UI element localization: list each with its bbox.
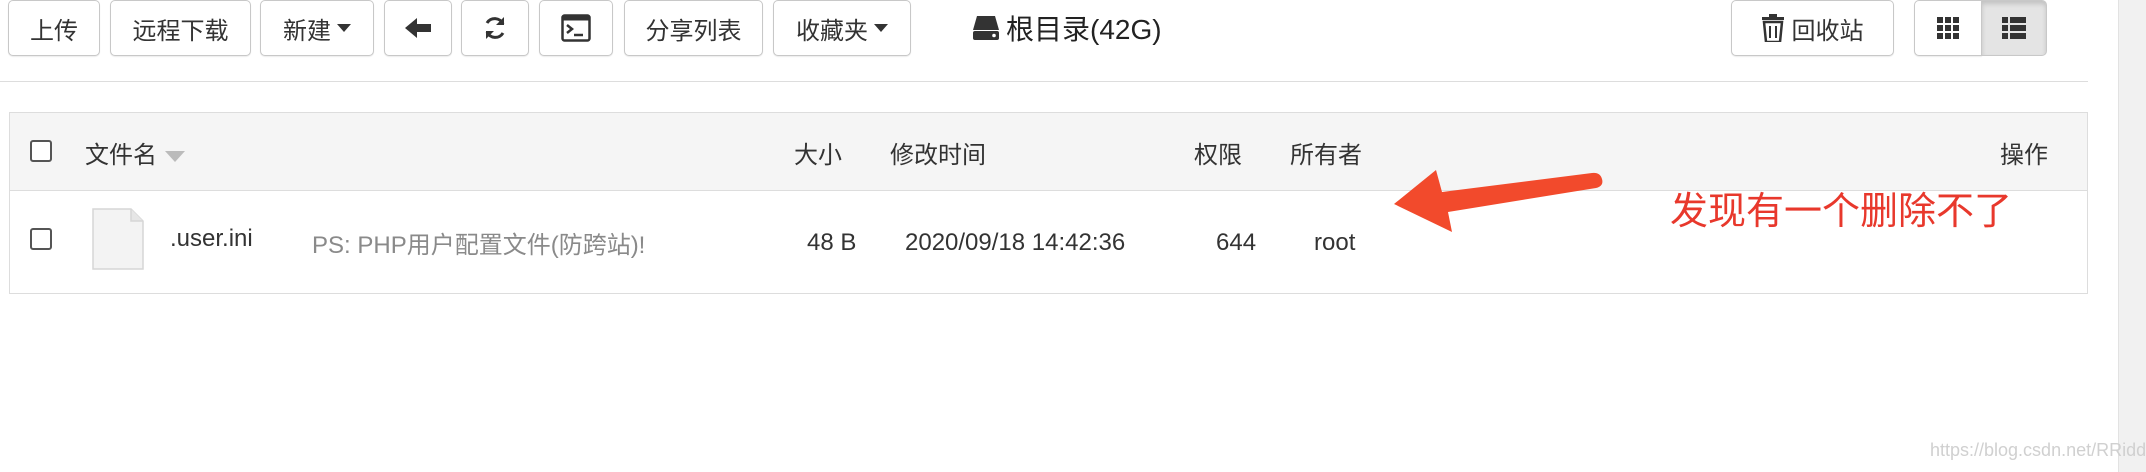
toolbar-divider	[0, 81, 2088, 82]
new-button[interactable]: 新建	[260, 0, 374, 56]
upload-button[interactable]: 上传	[8, 0, 100, 56]
column-name[interactable]: 文件名	[85, 135, 185, 170]
list-view-icon	[2002, 17, 2026, 39]
terminal-button[interactable]	[539, 0, 613, 56]
back-button[interactable]	[384, 0, 452, 56]
column-permission: 权限	[1194, 142, 1242, 169]
file-icon	[92, 208, 144, 270]
column-actions: 操作	[2000, 142, 2048, 169]
recycle-bin-label: 回收站	[1791, 17, 1864, 45]
new-label: 新建	[283, 17, 331, 45]
refresh-icon	[482, 15, 508, 41]
column-modified[interactable]: 修改时间	[890, 135, 986, 170]
chevron-down-icon	[874, 24, 888, 32]
arrow-left-icon	[405, 17, 431, 39]
watermark: https://blog.csdn.net/RRiddle	[1930, 440, 2146, 460]
annotation-text: 发现有一个删除不了	[1670, 191, 2013, 233]
file-size: 48 B	[807, 229, 857, 256]
share-list-button[interactable]: 分享列表	[624, 0, 763, 56]
trash-icon	[1761, 14, 1784, 42]
drive-indicator[interactable]: 根目录(42G)	[972, 8, 1162, 48]
share-list-label: 分享列表	[645, 17, 742, 45]
list-view-button[interactable]	[1981, 0, 2047, 56]
drive-icon	[972, 15, 1000, 41]
remote-download-label: 远程下载	[132, 17, 229, 45]
row-checkbox[interactable]	[30, 228, 52, 250]
column-size[interactable]: 大小	[794, 135, 842, 170]
favorites-label: 收藏夹	[796, 17, 868, 45]
file-name[interactable]: .user.ini	[170, 225, 253, 253]
favorites-button[interactable]: 收藏夹	[773, 0, 911, 56]
refresh-button[interactable]	[461, 0, 529, 56]
page-scrollbar[interactable]	[2118, 0, 2146, 472]
upload-label: 上传	[30, 17, 78, 45]
file-note: PS: PHP用户配置文件(防跨站)!	[312, 232, 646, 259]
chevron-down-icon	[337, 24, 351, 32]
column-name-label: 文件名	[85, 142, 157, 169]
sort-caret-icon	[165, 151, 185, 163]
file-permission[interactable]: 644	[1216, 229, 1256, 257]
remote-download-button[interactable]: 远程下载	[110, 0, 251, 56]
recycle-bin-button[interactable]: 回收站	[1731, 0, 1894, 56]
select-all-checkbox[interactable]	[30, 140, 52, 162]
drive-label: 根目录(42G)	[1006, 14, 1162, 45]
grid-view-button[interactable]	[1914, 0, 1982, 56]
column-owner: 所有者	[1290, 142, 1362, 169]
annotation-arrow	[1394, 170, 1603, 232]
file-owner[interactable]: root	[1314, 229, 1355, 257]
grid-view-icon	[1937, 17, 1959, 39]
terminal-icon	[561, 14, 591, 42]
file-modified: 2020/09/18 14:42:36	[905, 229, 1126, 256]
